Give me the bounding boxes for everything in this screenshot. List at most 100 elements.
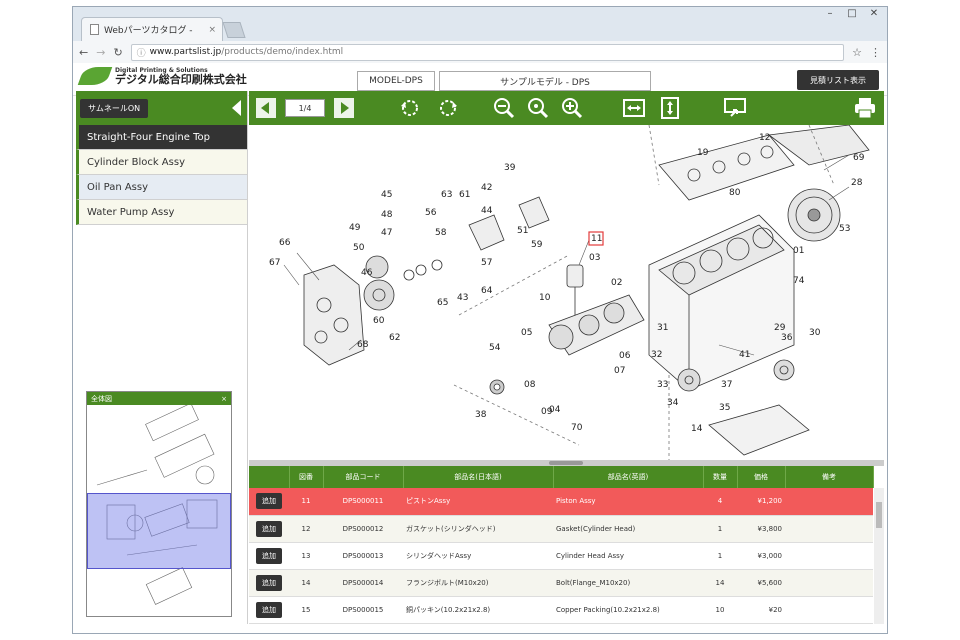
link-button[interactable] — [723, 95, 749, 121]
part-callout[interactable]: 53 — [839, 224, 850, 234]
part-callout[interactable]: 74 — [793, 276, 805, 286]
part-callout[interactable]: 61 — [459, 190, 470, 200]
part-callout[interactable]: 01 — [793, 246, 804, 256]
forward-icon[interactable]: → — [96, 46, 105, 59]
assembly-item[interactable]: Straight-Four Engine Top — [76, 125, 247, 150]
browser-tab[interactable]: Webパーツカタログ - × — [81, 17, 223, 41]
part-callout[interactable]: 37 — [721, 380, 732, 390]
minimize-icon[interactable]: – — [819, 7, 841, 23]
assembly-item[interactable]: Cylinder Block Assy — [76, 150, 247, 175]
print-button[interactable] — [852, 95, 878, 121]
part-callout[interactable]: 49 — [349, 223, 361, 233]
part-callout[interactable]: 05 — [521, 328, 532, 338]
add-to-list-button[interactable]: 追加 — [256, 520, 282, 537]
part-callout[interactable]: 43 — [457, 293, 468, 303]
maximize-icon[interactable]: □ — [841, 7, 863, 23]
menu-icon[interactable]: ⋮ — [870, 46, 881, 59]
part-callout[interactable]: 47 — [381, 228, 392, 238]
page-number-input[interactable]: 1/4 — [285, 99, 325, 117]
part-callout[interactable]: 29 — [774, 323, 786, 333]
part-callout[interactable]: 65 — [437, 298, 448, 308]
part-callout[interactable]: 32 — [651, 350, 662, 360]
part-callout[interactable]: 04 — [549, 405, 561, 415]
part-callout[interactable]: 41 — [739, 350, 750, 360]
add-to-list-button[interactable]: 追加 — [256, 493, 282, 510]
back-icon[interactable]: ← — [79, 46, 88, 59]
part-callout[interactable]: 36 — [781, 333, 793, 343]
part-callout[interactable]: 50 — [353, 243, 365, 253]
part-callout[interactable]: 02 — [611, 278, 622, 288]
zoom-in-button[interactable] — [559, 95, 585, 121]
table-row[interactable]: 追加 13 DPS000013 シリンダヘッドAssy Cylinder Head As… — [249, 542, 873, 570]
part-callout[interactable]: 54 — [489, 343, 501, 353]
part-callout[interactable]: 59 — [531, 240, 543, 250]
new-tab-button[interactable] — [222, 22, 246, 38]
rotate-left-button[interactable] — [397, 95, 423, 121]
part-callout[interactable]: 31 — [657, 323, 668, 333]
bookmark-star-icon[interactable]: ☆ — [852, 46, 862, 59]
part-callout[interactable]: 38 — [475, 410, 487, 420]
part-callout[interactable]: 57 — [481, 258, 492, 268]
table-row[interactable]: 追加 11 DPS000011 ピストンAssy Piston Assy 4 ¥1,200 — [249, 488, 873, 516]
table-row[interactable]: 追加 14 DPS000014 フランジボルト(M10x20) Bolt(Flange_… — [249, 569, 873, 597]
part-callout[interactable]: 10 — [539, 293, 551, 303]
estimate-list-button[interactable]: 見積リスト表示 — [797, 70, 879, 90]
url-bar[interactable]: ⓘ www.partslist.jp/products/demo/index.h… — [130, 43, 845, 61]
part-callout[interactable]: 67 — [269, 258, 280, 268]
part-callout[interactable]: 51 — [517, 226, 528, 236]
overview-map[interactable] — [87, 405, 231, 616]
splitter-grip-icon[interactable] — [549, 461, 583, 465]
part-callout[interactable]: 33 — [657, 380, 668, 390]
part-callout[interactable]: 48 — [381, 210, 393, 220]
part-callout[interactable]: 07 — [614, 366, 625, 376]
part-callout[interactable]: 42 — [481, 183, 492, 193]
collapse-arrow-icon[interactable] — [232, 100, 241, 116]
table-row[interactable]: 追加 12 DPS000012 ガスケット(シリンダヘッド) Gasket(Cylind… — [249, 515, 873, 543]
zoom-fit-button[interactable] — [525, 95, 551, 121]
tab-close-icon[interactable]: × — [208, 25, 222, 35]
part-callout[interactable]: 14 — [691, 424, 703, 434]
assembly-item[interactable]: Water Pump Assy — [76, 200, 247, 225]
part-callout[interactable]: 08 — [524, 380, 536, 390]
part-callout[interactable]: 30 — [809, 328, 821, 338]
part-callout[interactable]: 45 — [381, 190, 392, 200]
close-window-icon[interactable]: ✕ — [863, 7, 885, 23]
table-row[interactable]: 追加 15 DPS000015 銅パッキン(10.2x21x2.8) Copper Pa… — [249, 596, 873, 624]
next-page-button[interactable] — [331, 95, 357, 121]
part-callout[interactable]: 12 — [759, 133, 770, 143]
part-callout[interactable]: 63 — [441, 190, 452, 200]
part-callout[interactable]: 35 — [719, 403, 730, 413]
part-callout[interactable]: 44 — [481, 206, 493, 216]
part-callout[interactable]: 06 — [619, 351, 631, 361]
part-callout[interactable]: 58 — [435, 228, 447, 238]
prev-page-button[interactable] — [253, 95, 279, 121]
thumbnail-toggle-button[interactable]: サムネールON — [80, 98, 149, 118]
part-callout[interactable]: 03 — [589, 253, 600, 263]
overview-viewport-box[interactable] — [87, 493, 231, 569]
rotate-right-button[interactable] — [435, 95, 461, 121]
fit-width-button[interactable] — [621, 95, 647, 121]
add-to-list-button[interactable]: 追加 — [256, 547, 282, 564]
zoom-out-button[interactable] — [491, 95, 517, 121]
parts-diagram[interactable]: 39 42 61 63 56 44 58 45 48 49 47 50 46 51 59 60 57 64 43 65… — [249, 125, 884, 460]
fit-height-button[interactable] — [657, 95, 683, 121]
part-callout[interactable]: 46 — [361, 268, 373, 278]
add-to-list-button[interactable]: 追加 — [256, 574, 282, 591]
part-callout[interactable]: 66 — [279, 238, 291, 248]
part-callout[interactable]: 69 — [853, 153, 865, 163]
reload-icon[interactable]: ↻ — [113, 46, 122, 59]
part-callout[interactable]: 80 — [729, 188, 741, 198]
part-callout[interactable]: 60 — [373, 316, 385, 326]
part-callout[interactable]: 68 — [357, 340, 369, 350]
part-callout[interactable]: 70 — [571, 423, 583, 433]
part-callout[interactable]: 34 — [667, 398, 679, 408]
part-callout[interactable]: 11 — [591, 234, 602, 244]
part-callout[interactable]: 39 — [504, 163, 516, 173]
overview-close-icon[interactable]: × — [221, 395, 227, 403]
part-callout[interactable]: 64 — [481, 286, 493, 296]
part-callout[interactable]: 62 — [389, 333, 400, 343]
scrollbar-thumb[interactable] — [876, 502, 882, 528]
part-callout[interactable]: 28 — [851, 178, 863, 188]
add-to-list-button[interactable]: 追加 — [256, 601, 282, 618]
part-callout[interactable]: 19 — [697, 148, 709, 158]
